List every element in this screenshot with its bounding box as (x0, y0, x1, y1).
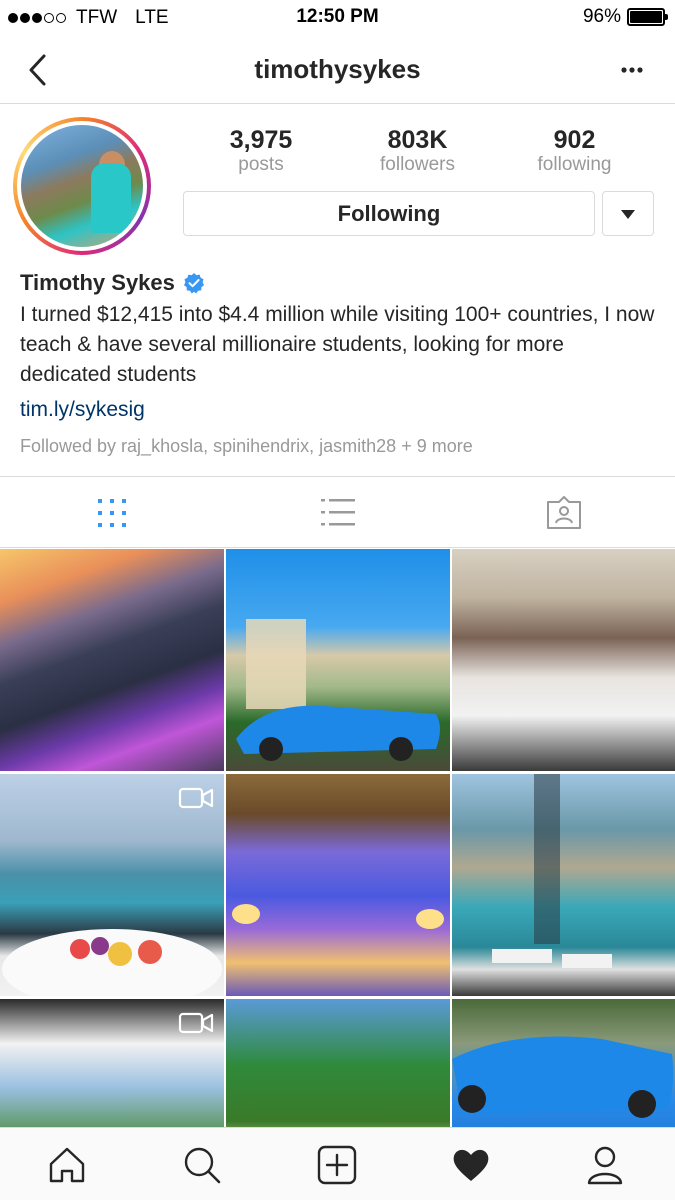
photo-content (492, 774, 612, 968)
suggested-dropdown-button[interactable] (602, 191, 654, 236)
following-count: 902 (553, 126, 596, 154)
bottom-tab-bar (0, 1127, 675, 1200)
tab-tagged[interactable] (545, 496, 581, 529)
battery-icon (627, 8, 668, 26)
profile-stats: 3,975 posts 803K followers 902 following (183, 126, 653, 176)
profile-icon (587, 1146, 623, 1185)
activity-heart-icon (453, 1149, 489, 1181)
stat-following[interactable]: 902 following (496, 126, 653, 176)
more-options-button[interactable] (615, 56, 649, 84)
grid-photo[interactable] (226, 999, 450, 1127)
more-horizontal-icon (621, 67, 643, 73)
stat-posts[interactable]: 3,975 posts (183, 126, 339, 176)
search-tab[interactable] (182, 1145, 222, 1185)
battery-percent: 96% (582, 6, 621, 27)
posts-count: 3,975 (229, 126, 293, 154)
bio-link[interactable]: tim.ly/sykesig (20, 395, 660, 425)
photo-grid (0, 549, 675, 1127)
bio-text: I turned $12,415 into $4.4 million while… (20, 303, 655, 386)
photo-content (232, 904, 444, 929)
followed-by-text[interactable]: Followed by raj_khosla, spinihendrix, ja… (20, 434, 660, 458)
followers-count: 803K (387, 126, 448, 154)
following-button[interactable]: Following (183, 191, 595, 236)
profile-avatar[interactable] (13, 117, 151, 255)
tab-grid[interactable] (95, 497, 131, 529)
grid-photo[interactable] (0, 549, 224, 771)
photo-content (452, 1036, 674, 1118)
activity-tab[interactable] (451, 1145, 491, 1185)
view-tabs (0, 476, 675, 548)
caret-down-icon (621, 209, 635, 219)
photo-content (236, 619, 440, 761)
avatar-image (21, 125, 143, 247)
status-bar: TFW LTE 12:50 PM 96% (0, 0, 675, 36)
add-post-tab[interactable] (317, 1145, 357, 1185)
list-icon (321, 499, 355, 526)
grid-photo[interactable] (452, 549, 675, 771)
following-label: following (537, 154, 612, 175)
grid-photo[interactable] (226, 774, 450, 996)
add-post-icon (317, 1145, 357, 1185)
page-title: timothysykes (254, 54, 421, 84)
profile-tab[interactable] (585, 1145, 625, 1185)
grid-photo[interactable] (0, 774, 224, 996)
status-time: 12:50 PM (296, 6, 379, 27)
profile-name: Timothy Sykes (20, 270, 175, 295)
grid-photo[interactable] (452, 774, 675, 996)
status-right: 96% (582, 6, 668, 28)
grid-icon (98, 499, 126, 527)
home-tab[interactable] (47, 1145, 87, 1185)
grid-photo[interactable] (0, 999, 224, 1127)
tagged-icon (547, 496, 581, 529)
grid-photo[interactable] (226, 549, 450, 771)
video-icon (178, 1012, 214, 1034)
profile-bio: Timothy Sykes I turned $12,415 into $4.4… (20, 268, 660, 458)
photo-content (2, 929, 222, 996)
nav-bar: timothysykes (0, 36, 675, 104)
home-icon (49, 1147, 85, 1183)
name-row: Timothy Sykes (20, 268, 660, 298)
followers-label: followers (380, 154, 455, 175)
posts-label: posts (238, 154, 284, 175)
grid-photo[interactable] (452, 999, 675, 1127)
verified-badge-icon (183, 273, 204, 294)
tab-list[interactable] (320, 497, 356, 529)
stat-followers[interactable]: 803K followers (339, 126, 496, 176)
search-icon (184, 1147, 221, 1184)
